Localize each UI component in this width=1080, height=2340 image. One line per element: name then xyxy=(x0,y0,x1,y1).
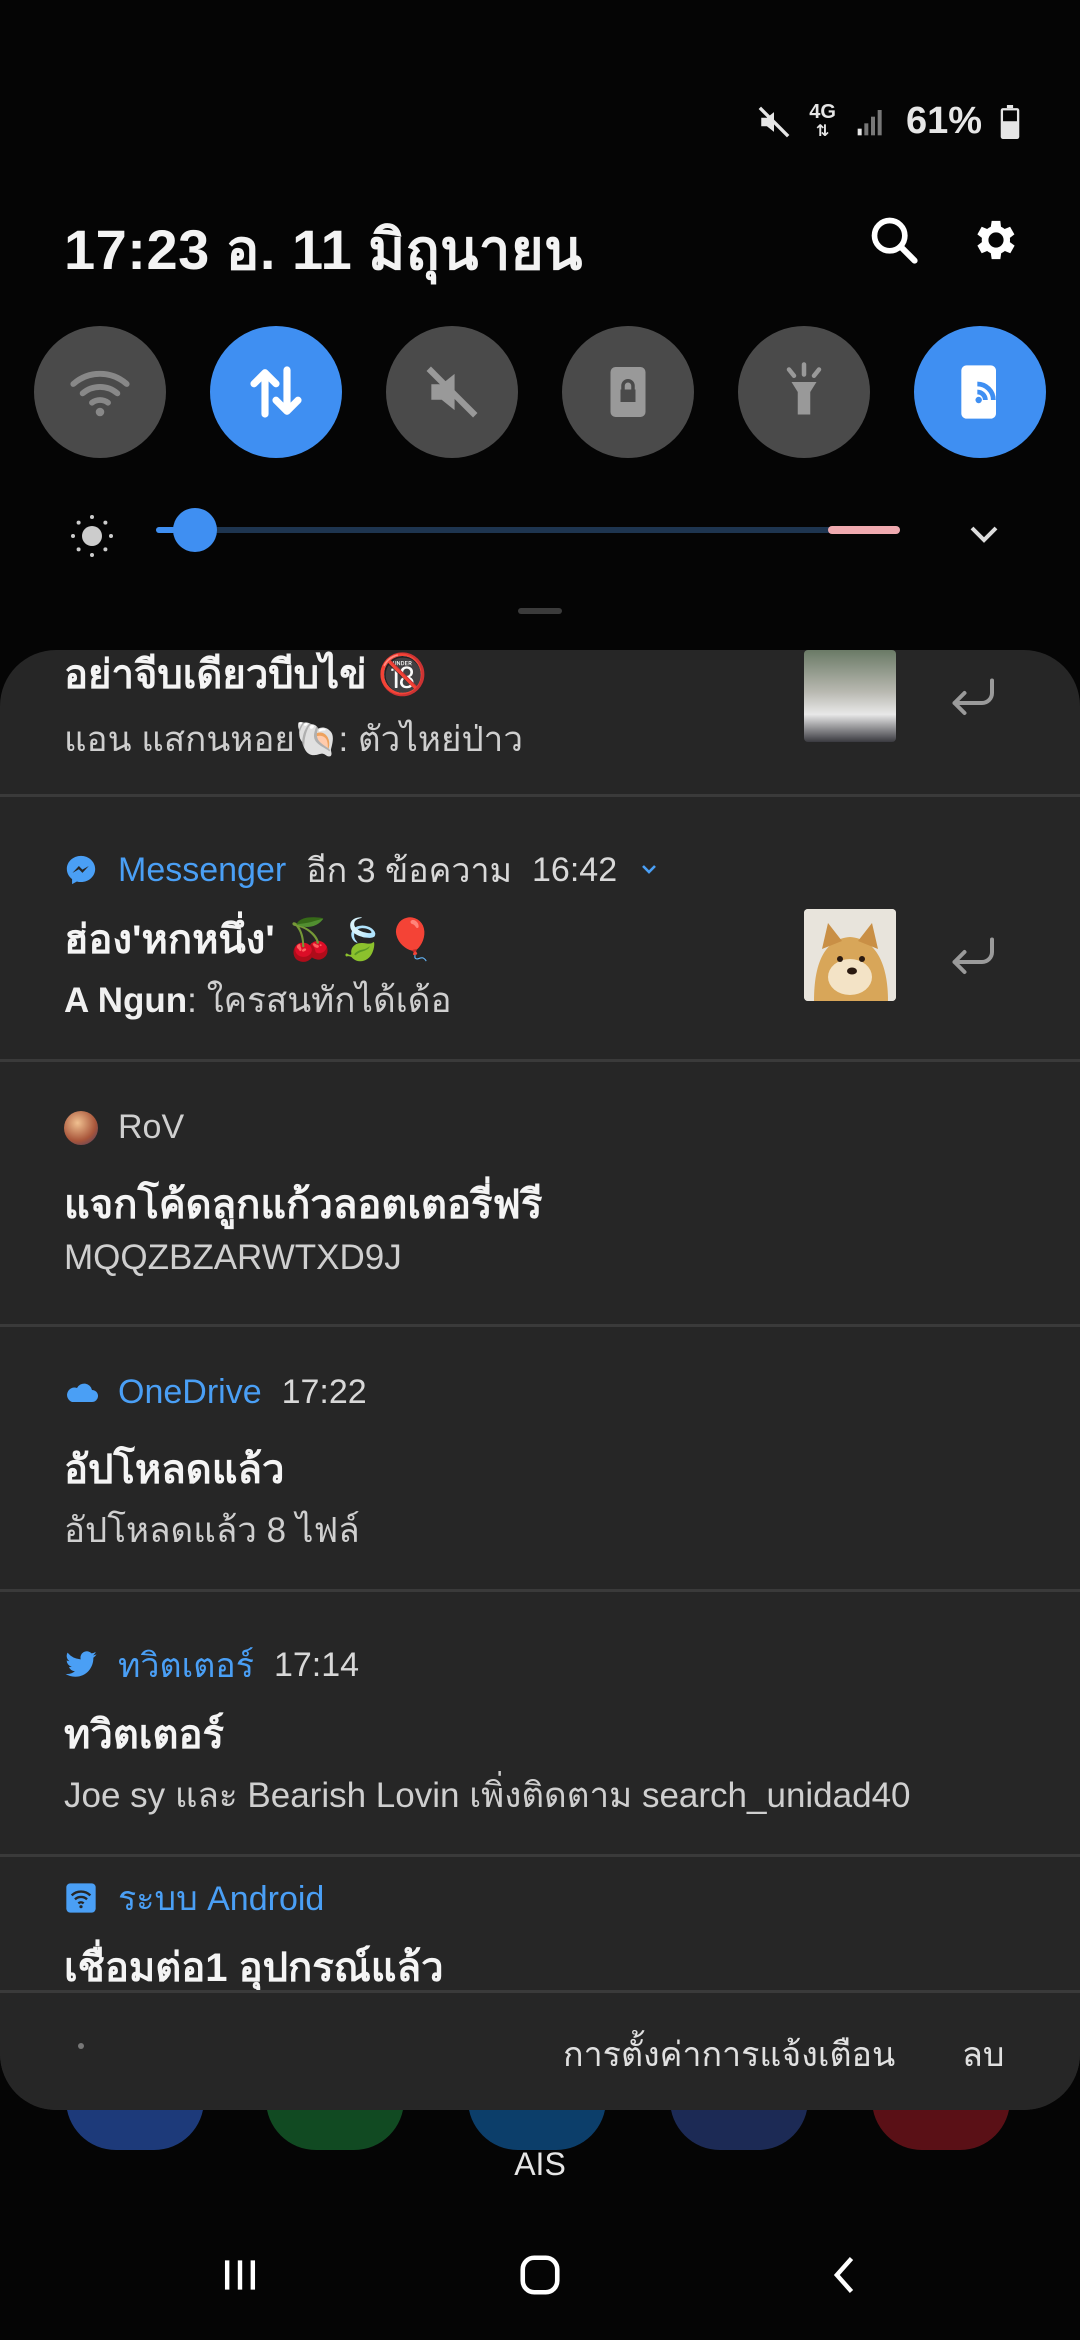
notification-panel: อย่าจีบเดียวบีบไข่ 🔞 แอน แสกนหอย🐚: ตัวไห… xyxy=(0,650,1080,2110)
message-count: อีก 3 ข้อความ xyxy=(306,852,513,890)
app-name: ระบบ Android xyxy=(118,1880,325,1918)
notification-onedrive[interactable]: OneDrive 17:22 อัปโหลดแล้ว อัปโหลดแล้ว 8… xyxy=(0,1327,1080,1592)
brightness-limit-marker xyxy=(828,526,900,534)
notification-body: MQQZBZARWTXD9J xyxy=(64,1238,402,1277)
notification-body: แอน แสกนหอย🐚: ตัวไหย่ป่าว xyxy=(64,720,523,759)
notification-title: แจกโค้ดลูกแก้วลอตเตอรี่ฟรี xyxy=(64,1183,543,1227)
notification-time: 17:14 xyxy=(273,1645,360,1684)
search-icon xyxy=(871,217,918,264)
wifi-icon xyxy=(70,370,130,417)
chevron-down-icon xyxy=(970,526,998,543)
page-indicator-dot xyxy=(78,2043,84,2049)
brightness-icon xyxy=(68,512,116,560)
sound-toggle[interactable] xyxy=(386,326,518,458)
doge-thumbnail xyxy=(804,909,896,1001)
clear-all-button[interactable]: ลบ xyxy=(962,2027,1004,2081)
flashlight-icon xyxy=(786,362,822,415)
hotspot-icon xyxy=(961,365,996,419)
brightness-slider-thumb[interactable] xyxy=(173,508,217,552)
notification-title: ทวิตเตอร์ xyxy=(64,1713,224,1757)
notification-time: 16:42 xyxy=(532,850,618,889)
twitter-bird-icon xyxy=(64,1648,98,1682)
lock-icon xyxy=(610,367,646,417)
notification-title: อัปโหลดแล้ว xyxy=(64,1448,285,1492)
battery-percent: 61% xyxy=(905,100,982,142)
carrier-label: AIS xyxy=(514,2146,566,2182)
reply-icon xyxy=(952,937,994,974)
notification-settings-button[interactable]: การตั้งค่าการแจ้งเตือน xyxy=(563,2027,895,2081)
cloud-icon xyxy=(64,1376,98,1410)
chevron-down-icon xyxy=(642,864,657,874)
wifi-icon xyxy=(64,1881,98,1915)
battery-icon xyxy=(1000,104,1020,139)
notification-time: 17:22 xyxy=(281,1373,367,1411)
group-photo-thumbnail xyxy=(804,650,896,742)
mobile-data-toggle[interactable] xyxy=(210,326,342,458)
notification-rov[interactable]: RoV แจกโค้ดลูกแก้วลอตเตอรี่ฟรี MQQZBZARW… xyxy=(0,1062,1080,1327)
settings-button[interactable] xyxy=(964,208,1028,272)
flashlight-toggle[interactable] xyxy=(738,326,870,458)
notification-footer: การตั้งค่าการแจ้งเตือน ลบ xyxy=(0,1990,1080,2110)
signal-icon xyxy=(854,106,888,138)
back-button[interactable] xyxy=(796,2240,896,2310)
app-name: ทวิตเตอร์ xyxy=(118,1647,254,1685)
notification-body: อัปโหลดแล้ว 8 ไฟล์ xyxy=(64,1511,360,1550)
notification-messenger[interactable]: Messenger อีก 3 ข้อความ 16:42 ฮ่อง'หกหนึ… xyxy=(0,797,1080,1062)
mute-icon xyxy=(757,105,791,139)
home-button[interactable] xyxy=(490,2240,590,2310)
notification-body: : ใครสนทักได้เด้อ xyxy=(187,981,452,1020)
sender-name: A Ngun xyxy=(64,981,188,1020)
notification-title: อย่าจีบเดียวบีบไข่ 🔞 xyxy=(64,653,428,697)
home-icon xyxy=(520,2255,560,2295)
brightness-slider-track[interactable] xyxy=(156,527,900,533)
app-name: RoV xyxy=(118,1108,185,1146)
recent-apps-button[interactable] xyxy=(190,2240,290,2310)
app-name: OneDrive xyxy=(118,1373,262,1411)
notification-line[interactable]: อย่าจีบเดียวบีบไข่ 🔞 แอน แสกนหอย🐚: ตัวไห… xyxy=(0,650,1080,797)
notification-twitter[interactable]: ทวิตเตอร์ 17:14 ทวิตเตอร์ Joe sy และ Bea… xyxy=(0,1592,1080,1857)
date-time: 17:23 อ. 11 มิถุนายน xyxy=(64,218,583,281)
network-type-label: 4G xyxy=(809,100,836,123)
reply-button[interactable] xyxy=(942,668,1002,728)
notification-body: Joe sy และ Bearish Lovin เพิ่งติดตาม sea… xyxy=(64,1776,911,1815)
back-icon xyxy=(833,2257,854,2293)
wifi-toggle[interactable] xyxy=(34,326,166,458)
status-bar: 4G ⇅ 61% xyxy=(757,100,1020,143)
recent-apps-icon xyxy=(224,2260,256,2290)
notification-android-system[interactable]: ระบบ Android เชื่อมต่อ1 อุปกรณ์แล้ว xyxy=(0,1857,1080,1990)
expand-button[interactable] xyxy=(960,510,1008,558)
network-type-icon: 4G ⇅ xyxy=(809,100,836,140)
gear-icon xyxy=(977,220,1015,260)
hotspot-toggle[interactable] xyxy=(914,326,1046,458)
rov-icon xyxy=(64,1110,98,1145)
expand-notification-button[interactable] xyxy=(637,851,661,890)
messenger-icon xyxy=(64,853,98,887)
app-name: Messenger xyxy=(118,850,287,889)
mute-icon xyxy=(426,366,478,418)
screen-lock-toggle[interactable] xyxy=(562,326,694,458)
reply-icon xyxy=(952,678,994,715)
data-transfer-icon xyxy=(250,366,302,418)
panel-drag-handle[interactable] xyxy=(518,608,562,614)
reply-button[interactable] xyxy=(942,927,1002,987)
search-button[interactable] xyxy=(862,208,926,272)
notification-title: ฮ่อง'หกหนึ่ง' 🍒🍃🎈 xyxy=(64,918,436,962)
